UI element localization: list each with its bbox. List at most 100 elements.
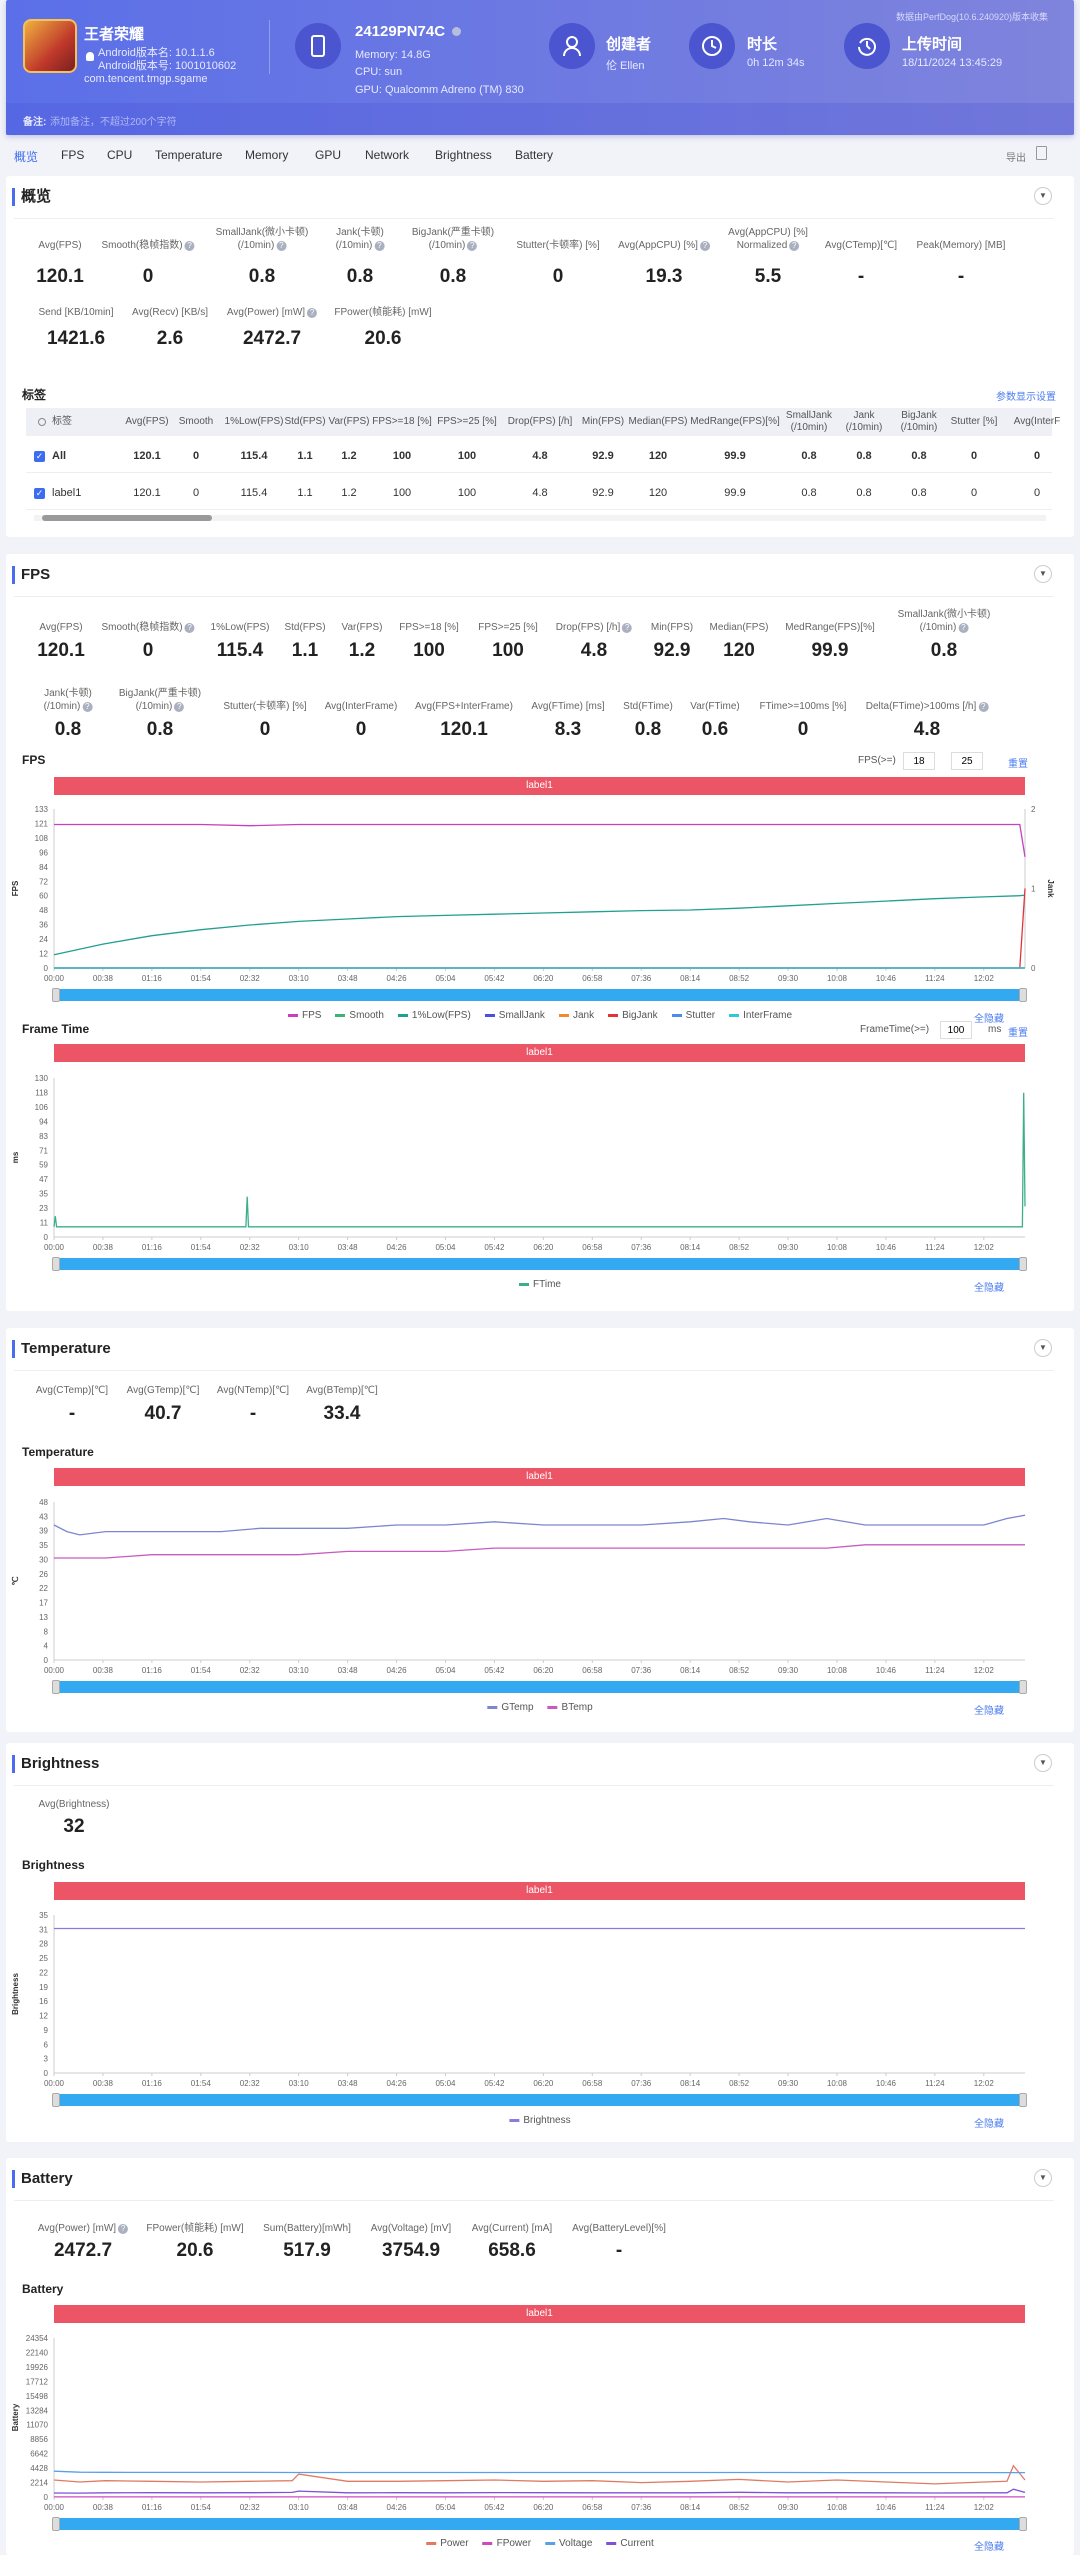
- fps-threshold-2-input[interactable]: [951, 752, 983, 770]
- table-column-header[interactable]: 1%Low(FPS): [225, 416, 284, 428]
- settings-icon[interactable]: [38, 418, 46, 426]
- bright-range-slider[interactable]: [52, 2093, 1027, 2107]
- ftime-range-slider[interactable]: [52, 1257, 1027, 1271]
- row-checkbox[interactable]: ✓: [34, 451, 45, 462]
- fps-hide-all-button[interactable]: 全隐藏: [974, 1010, 1004, 1025]
- slider-handle[interactable]: [1019, 988, 1027, 1002]
- legend-item[interactable]: Power: [426, 2538, 469, 2549]
- help-icon[interactable]: ?: [118, 2224, 129, 2234]
- legend-item[interactable]: Brightness: [509, 2115, 571, 2126]
- table-column-header[interactable]: Smooth: [179, 416, 213, 428]
- legend-item[interactable]: FPower: [482, 2538, 531, 2549]
- batt-hide-all-button[interactable]: 全隐藏: [974, 2538, 1004, 2553]
- tab-brightness[interactable]: Brightness: [435, 148, 492, 162]
- slider-handle[interactable]: [1019, 1680, 1027, 1694]
- table-column-header[interactable]: 标签: [52, 416, 72, 428]
- help-icon[interactable]: ?: [699, 241, 710, 251]
- slider-handle[interactable]: [1019, 2517, 1027, 2531]
- legend-item[interactable]: InterFrame: [729, 1010, 792, 1021]
- frametime-threshold-input[interactable]: [940, 1021, 972, 1039]
- temp-hide-all-button[interactable]: 全隐藏: [974, 1702, 1004, 1717]
- tab-network[interactable]: Network: [365, 148, 409, 162]
- slider-handle[interactable]: [52, 1680, 60, 1694]
- help-icon[interactable]: ?: [184, 241, 195, 251]
- battery-collapse-toggle[interactable]: ▼: [1034, 2169, 1052, 2187]
- table-column-header[interactable]: FPS>=25 [%]: [437, 416, 496, 428]
- legend-item[interactable]: Smooth: [335, 1010, 384, 1021]
- table-column-header[interactable]: Drop(FPS) [/h]: [508, 416, 572, 428]
- legend-item[interactable]: Current: [606, 2538, 654, 2549]
- tab-memory[interactable]: Memory: [245, 148, 288, 162]
- tab-cpu[interactable]: CPU: [107, 148, 132, 162]
- legend-item[interactable]: FTime: [519, 1279, 561, 1290]
- help-icon[interactable]: ?: [184, 623, 195, 633]
- param-settings-link[interactable]: 参数显示设置: [996, 388, 1056, 403]
- tab-battery[interactable]: Battery: [515, 148, 553, 162]
- fps-reset-button[interactable]: 重置: [1008, 755, 1028, 770]
- table-column-header[interactable]: Avg(InterF: [1014, 416, 1061, 428]
- info-icon[interactable]: [452, 27, 461, 36]
- tab-fps[interactable]: FPS: [61, 148, 84, 162]
- fps-range-slider[interactable]: [52, 988, 1027, 1002]
- ftime-label-band[interactable]: label1: [54, 1044, 1025, 1062]
- fps-collapse-toggle[interactable]: ▼: [1034, 565, 1052, 583]
- table-column-header[interactable]: Var(FPS): [329, 416, 370, 428]
- export-button[interactable]: 导出: [1006, 149, 1026, 164]
- table-column-header[interactable]: Jank (/10min): [846, 410, 883, 434]
- table-column-header[interactable]: Median(FPS): [629, 416, 688, 428]
- tab-概览[interactable]: 概览: [14, 148, 38, 165]
- table-column-header[interactable]: SmallJank (/10min): [786, 410, 832, 434]
- table-column-header[interactable]: Min(FPS): [582, 416, 624, 428]
- help-icon[interactable]: ?: [958, 623, 969, 633]
- slider-handle[interactable]: [52, 2093, 60, 2107]
- legend-item[interactable]: Stutter: [671, 1010, 715, 1021]
- remark-input[interactable]: 添加备注，不超过200个字符: [50, 113, 177, 128]
- table-column-header[interactable]: Std(FPS): [284, 416, 325, 428]
- help-icon[interactable]: ?: [374, 241, 385, 251]
- slider-handle[interactable]: [1019, 2093, 1027, 2107]
- bright-hide-all-button[interactable]: 全隐藏: [974, 2115, 1004, 2130]
- help-icon[interactable]: ?: [174, 702, 185, 712]
- table-scrollbar-thumb[interactable]: [42, 515, 212, 521]
- legend-item[interactable]: BTemp: [547, 1702, 593, 1713]
- fps-threshold-1-input[interactable]: [903, 752, 935, 770]
- legend-item[interactable]: FPS: [287, 1010, 321, 1021]
- table-column-header[interactable]: MedRange(FPS)[%]: [690, 416, 779, 428]
- temp-label-band[interactable]: label1: [54, 1468, 1025, 1486]
- table-column-header[interactable]: FPS>=18 [%]: [372, 416, 431, 428]
- legend-item[interactable]: Voltage: [545, 2538, 592, 2549]
- fps-label-band[interactable]: label1: [54, 777, 1025, 795]
- row-checkbox[interactable]: ✓: [34, 488, 45, 499]
- help-icon[interactable]: ?: [82, 702, 93, 712]
- ftime-hide-all-button[interactable]: 全隐藏: [974, 1279, 1004, 1294]
- legend-item[interactable]: 1%Low(FPS): [397, 1010, 471, 1021]
- frametime-reset-button[interactable]: 重置: [1008, 1024, 1028, 1039]
- batt-label-band[interactable]: label1: [54, 2305, 1025, 2323]
- legend-item[interactable]: Jank: [558, 1010, 594, 1021]
- tab-temperature[interactable]: Temperature: [155, 148, 222, 162]
- export-icon[interactable]: [1036, 146, 1047, 160]
- legend-item[interactable]: GTemp: [487, 1702, 534, 1713]
- legend-item[interactable]: BigJank: [608, 1010, 658, 1021]
- brightness-collapse-toggle[interactable]: ▼: [1034, 1754, 1052, 1772]
- overview-collapse-toggle[interactable]: ▼: [1034, 187, 1052, 205]
- slider-handle[interactable]: [1019, 1257, 1027, 1271]
- tab-gpu[interactable]: GPU: [315, 148, 341, 162]
- legend-item[interactable]: SmallJank: [484, 1010, 545, 1021]
- slider-handle[interactable]: [52, 988, 60, 1002]
- help-icon[interactable]: ?: [467, 241, 478, 251]
- help-icon[interactable]: ?: [789, 241, 800, 251]
- temperature-collapse-toggle[interactable]: ▼: [1034, 1339, 1052, 1357]
- table-column-header[interactable]: Avg(FPS): [125, 416, 168, 428]
- slider-handle[interactable]: [52, 2517, 60, 2531]
- slider-handle[interactable]: [52, 1257, 60, 1271]
- table-column-header[interactable]: BigJank (/10min): [901, 410, 938, 434]
- help-icon[interactable]: ?: [622, 623, 633, 633]
- bright-label-band[interactable]: label1: [54, 1882, 1025, 1900]
- temp-range-slider[interactable]: [52, 1680, 1027, 1694]
- table-column-header[interactable]: Stutter [%]: [951, 416, 998, 428]
- batt-range-slider[interactable]: [52, 2517, 1027, 2531]
- help-icon[interactable]: ?: [307, 308, 318, 318]
- help-icon[interactable]: ?: [978, 702, 989, 712]
- help-icon[interactable]: ?: [276, 241, 287, 251]
